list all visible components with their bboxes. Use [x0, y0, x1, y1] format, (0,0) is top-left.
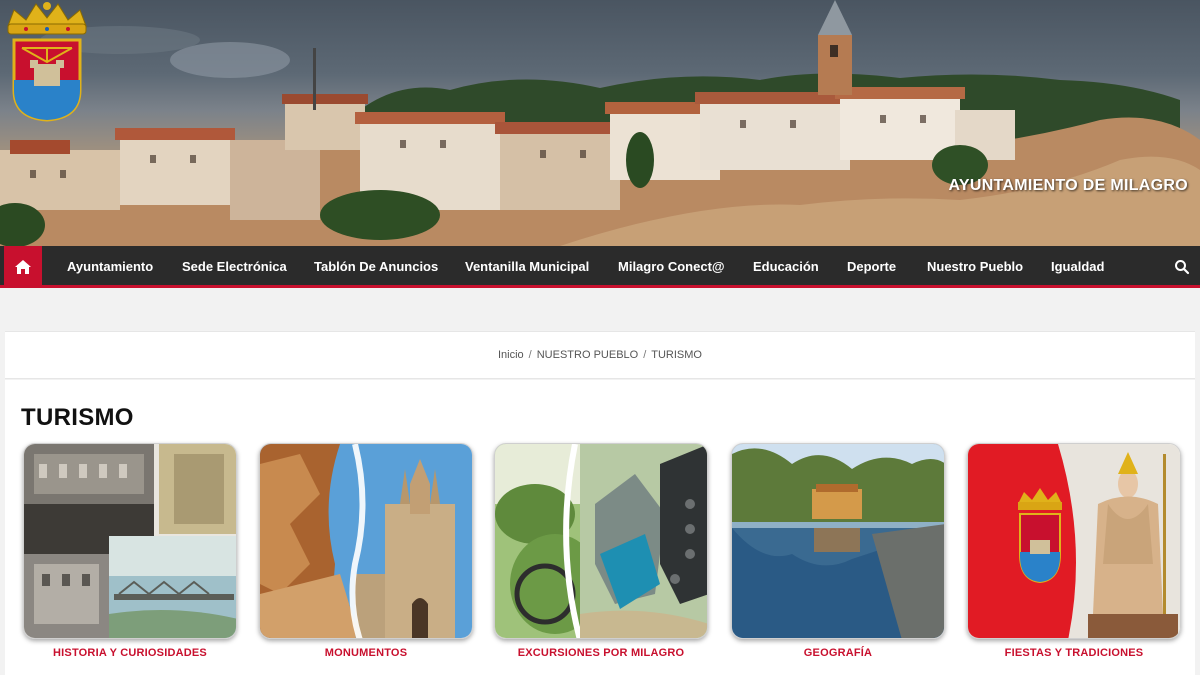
nav-item-sede-electronica[interactable]: Sede Electrónica	[182, 246, 287, 288]
card-image-fiestas[interactable]	[967, 443, 1181, 639]
card-image-monumentos[interactable]	[259, 443, 473, 639]
search-icon[interactable]	[1174, 259, 1190, 275]
breadcrumb-separator: /	[528, 349, 532, 361]
breadcrumb-item-inicio[interactable]: Inicio	[498, 349, 524, 361]
card-image-excursiones[interactable]	[494, 443, 708, 639]
nav-item-nuestro-pueblo[interactable]: Nuestro Pueblo	[927, 246, 1023, 288]
breadcrumb-item-nuestro-pueblo[interactable]: NUESTRO PUEBLO	[537, 349, 638, 361]
main-navigation: Ayuntamiento Sede Electrónica Tablón De …	[0, 246, 1200, 288]
page-title: TURISMO	[21, 404, 134, 431]
site-title[interactable]: AYUNTAMIENTO DE MILAGRO	[948, 177, 1188, 195]
header-banner: AYUNTAMIENTO DE MILAGRO	[0, 0, 1200, 246]
card-monumentos[interactable]: MONUMENTOS	[259, 443, 473, 659]
card-label[interactable]: GEOGRAFÍA	[731, 647, 945, 659]
card-fiestas-y-tradiciones[interactable]: FIESTAS Y TRADICIONES	[967, 443, 1181, 659]
card-image-geografia[interactable]	[731, 443, 945, 639]
card-historia-y-curiosidades[interactable]: HISTORIA Y CURIOSIDADES	[23, 443, 237, 659]
card-geografia[interactable]: GEOGRAFÍA	[731, 443, 945, 659]
card-image-historia[interactable]	[23, 443, 237, 639]
nav-item-ventanilla-municipal[interactable]: Ventanilla Municipal	[465, 246, 589, 288]
breadcrumb-separator: /	[643, 349, 647, 361]
card-label[interactable]: HISTORIA Y CURIOSIDADES	[23, 647, 237, 659]
nav-item-ayuntamiento[interactable]: Ayuntamiento	[67, 246, 153, 288]
nav-item-milagro-conecta[interactable]: Milagro Conect@	[618, 246, 725, 288]
main-content: TURISMO HISTORIA Y CURIOSIDADES MONUMENT…	[5, 380, 1195, 675]
card-label[interactable]: EXCURSIONES POR MILAGRO	[494, 647, 708, 659]
nav-item-igualdad[interactable]: Igualdad	[1051, 246, 1104, 288]
card-label[interactable]: MONUMENTOS	[259, 647, 473, 659]
breadcrumb: Inicio / NUESTRO PUEBLO / TURISMO	[5, 331, 1195, 379]
home-button[interactable]	[4, 246, 42, 288]
coat-of-arms-logo	[7, 2, 87, 122]
nav-item-deporte[interactable]: Deporte	[847, 246, 896, 288]
nav-item-tablon-de-anuncios[interactable]: Tablón De Anuncios	[314, 246, 438, 288]
town-panorama-image	[0, 0, 1200, 246]
card-label[interactable]: FIESTAS Y TRADICIONES	[967, 647, 1181, 659]
card-excursiones-por-milagro[interactable]: EXCURSIONES POR MILAGRO	[494, 443, 708, 659]
home-icon	[15, 260, 31, 274]
breadcrumb-item-turismo: TURISMO	[651, 349, 702, 361]
nav-item-educacion[interactable]: Educación	[753, 246, 819, 288]
